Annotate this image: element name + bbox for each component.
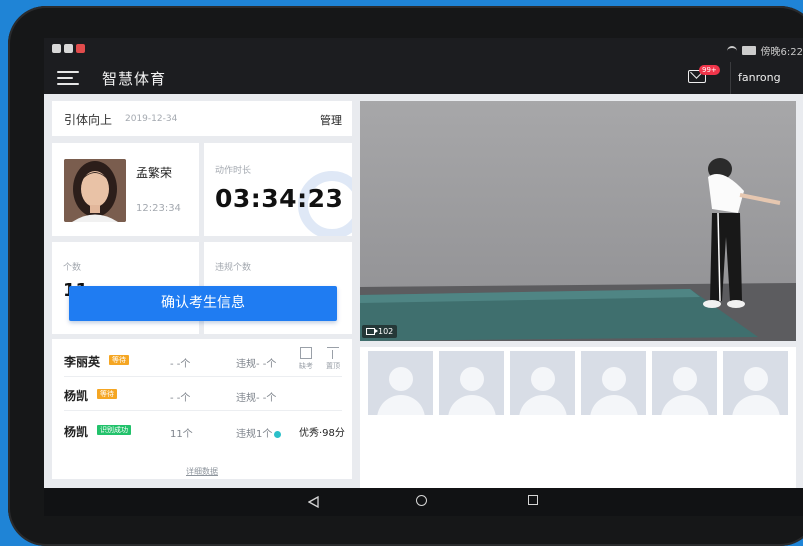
camera-id: 102 [378, 327, 394, 336]
roster-violation: 违规- -个 [236, 393, 277, 404]
camera-thumbnail[interactable] [652, 351, 717, 415]
student-time: 12:23:34 [136, 203, 181, 214]
manage-button[interactable]: 管理 [320, 112, 342, 128]
confirm-student-button[interactable]: 确认考生信息 [69, 286, 337, 321]
battery-icon [741, 46, 756, 55]
recents-icon[interactable] [528, 495, 538, 505]
system-indicators: 傍晚6:22 [726, 43, 803, 58]
student-photo [64, 159, 126, 222]
wifi-icon [726, 45, 737, 56]
list-item[interactable]: 杨凯 等待 - -个 违规- -个 [52, 377, 352, 411]
roster-count: 11个 [170, 429, 193, 440]
camera-thumbnail[interactable] [439, 351, 504, 415]
camera-icon [366, 328, 378, 335]
count-label: 个数 [63, 263, 82, 273]
list-item[interactable]: 杨凯 识别成功 11个 违规1个 优秀·98分 [52, 413, 352, 447]
screen: 傍晚6:22 智慧体育 99+ fanrong 引体向上 2019-12-34 … [44, 38, 803, 516]
play-notification-icon [52, 44, 61, 53]
header-divider [730, 62, 731, 94]
duration-card: 动作时长 03:34:23 [204, 143, 352, 236]
shield-notification-icon [64, 44, 73, 53]
exam-header-card: 引体向上 2019-12-34 管理 [52, 101, 352, 136]
divider [64, 410, 342, 411]
camera-badge: 102 [362, 325, 398, 338]
student-card: 孟繁荣 12:23:34 [52, 143, 199, 236]
student-name: 孟繁荣 [136, 166, 173, 180]
username[interactable]: fanrong [738, 71, 781, 84]
duration-value: 03:34:23 [215, 184, 344, 213]
status-tag: 等待 [97, 389, 117, 399]
app-title: 智慧体育 [102, 70, 167, 88]
tablet-frame: 傍晚6:22 智慧体育 99+ fanrong 引体向上 2019-12-34 … [8, 6, 803, 546]
notification-icons [52, 44, 85, 53]
camera-thumbnail[interactable] [723, 351, 788, 415]
system-nav-bar [44, 488, 803, 516]
app-notification-icon [76, 44, 85, 53]
roster-list: 李丽英 等待 - -个 违规- -个 缺考 置顶 杨凯 等待 - -个 违规- … [52, 339, 352, 479]
absent-icon [300, 347, 312, 359]
info-icon[interactable] [274, 430, 282, 438]
app-header: 智慧体育 99+ fanrong [44, 62, 803, 94]
detail-data-link[interactable]: 详细数据 [52, 466, 352, 477]
status-clock: 傍晚6:22 [760, 47, 803, 58]
duration-label: 动作时长 [215, 166, 252, 176]
violation-label: 违规个数 [215, 263, 252, 273]
roster-score: 优秀·98分 [299, 428, 345, 439]
absent-button[interactable]: 缺考 [296, 347, 316, 371]
camera-thumbnail[interactable] [510, 351, 575, 415]
roster-name: 李丽英 [64, 355, 101, 369]
exam-date: 2019-12-34 [125, 114, 178, 124]
exam-name: 引体向上 [64, 113, 113, 127]
camera-thumbnail[interactable] [368, 351, 433, 415]
list-item[interactable]: 李丽英 等待 - -个 违规- -个 缺考 置顶 [52, 343, 352, 377]
mail-badge: 99+ [699, 65, 720, 75]
video-feed[interactable]: 102 [360, 101, 796, 341]
roster-count: - -个 [170, 359, 191, 370]
menu-icon[interactable] [57, 68, 79, 88]
home-icon[interactable] [416, 495, 427, 506]
camera-thumbnails [360, 347, 796, 507]
status-bar: 傍晚6:22 [44, 38, 803, 62]
roster-violation: 违规- -个 [236, 359, 277, 370]
video-frame [360, 101, 796, 341]
roster-violation: 违规1个 [236, 425, 282, 440]
pin-top-icon [327, 347, 339, 359]
status-tag: 等待 [109, 355, 129, 365]
back-icon[interactable] [308, 496, 319, 508]
roster-name: 杨凯 [64, 425, 89, 439]
roster-count: - -个 [170, 393, 191, 404]
roster-name: 杨凯 [64, 389, 89, 403]
status-tag: 识别成功 [97, 425, 131, 435]
camera-thumbnail[interactable] [581, 351, 646, 415]
pin-top-button[interactable]: 置顶 [323, 347, 343, 371]
